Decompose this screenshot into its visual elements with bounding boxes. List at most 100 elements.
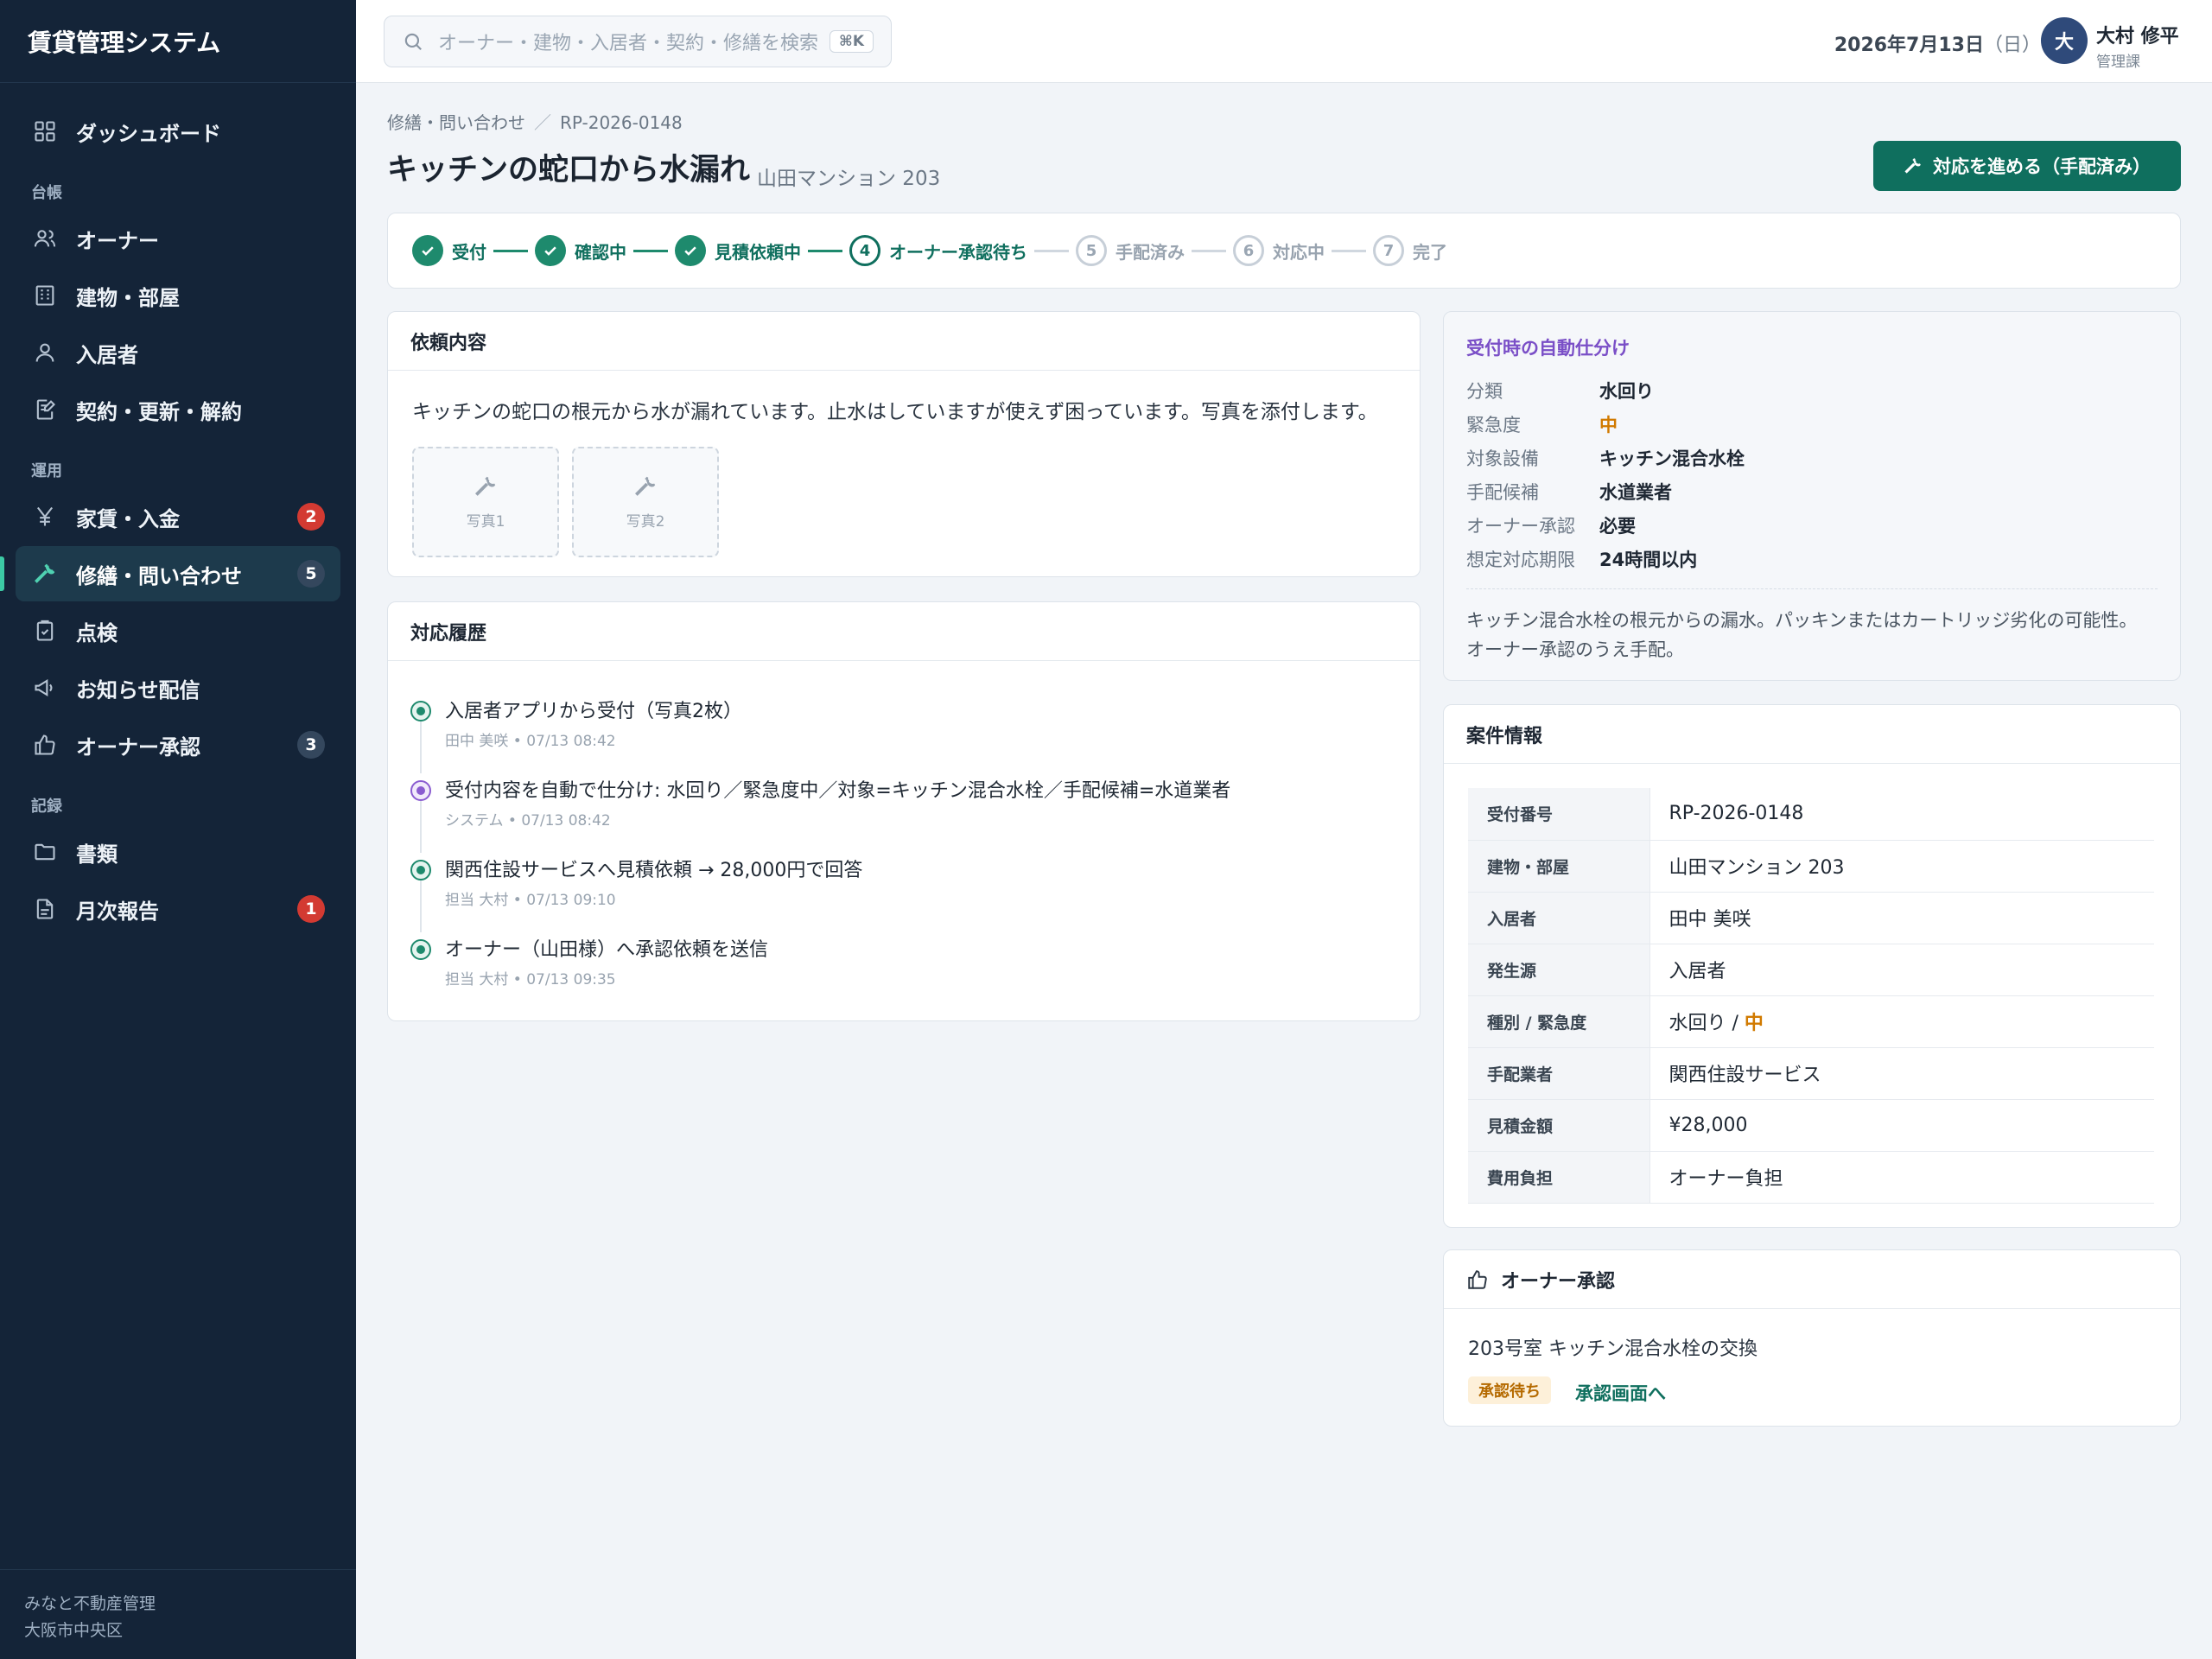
triage-value: 水回り: [1599, 381, 1654, 402]
case-info-key: 建物・部屋: [1468, 840, 1650, 893]
user-info[interactable]: 大村 修平 管理課: [2096, 21, 2184, 71]
megaphone-icon: [31, 674, 59, 702]
table-row: 入居者 田中 美咲: [1468, 892, 2154, 944]
triage-row: 分類 水回り: [1466, 378, 1654, 404]
rent-count-badge: 2: [297, 503, 325, 531]
triage-note-line: オーナー承認のうえ手配。: [1466, 639, 1684, 660]
step-4: 4 オーナー承認待ち: [849, 235, 1027, 266]
timeline-meta: システム • 07/13 08:42: [445, 812, 611, 830]
sidebar: 賃貸管理システム ダッシュボード 台帳 オーナー 建物・部屋 入居者 契約・更新…: [0, 0, 356, 1659]
sidebar-item-label: 入居者: [76, 342, 138, 367]
timeline-dot: [410, 939, 431, 960]
owner-approval-count-badge: 3: [297, 731, 325, 759]
case-info-key: 種別 / 緊急度: [1468, 995, 1650, 1048]
photo-label: 写真2: [626, 512, 665, 531]
timeline-dot: [410, 860, 431, 880]
sidebar-item-label: お知らせ配信: [76, 677, 200, 702]
sidebar-item-label: 書類: [76, 842, 118, 867]
sidebar-item-buildings[interactable]: 建物・部屋: [16, 268, 340, 323]
sidebar-item-label: 家賃・入金: [76, 506, 180, 531]
nav-section-ledger: 台帳: [31, 184, 62, 202]
triage-row: 緊急度 中: [1466, 411, 1618, 437]
owner-approval-title: オーナー承認: [1501, 1270, 1616, 1293]
sidebar-item-repairs[interactable]: 修繕・問い合わせ 5: [0, 546, 340, 601]
step-1: 受付: [412, 235, 486, 266]
case-info-key: 発生源: [1468, 944, 1650, 996]
request-card: 依頼内容 キッチンの蛇口の根元から水が漏れています。止水はしていますが使えず困っ…: [387, 311, 1421, 577]
sidebar-item-label: オーナー承認: [76, 734, 200, 760]
step-2: 確認中: [535, 235, 626, 266]
request-text: キッチンの蛇口の根元から水が漏れています。止水はしていますが使えず困っています。…: [412, 401, 1378, 423]
nav-section-ops: 運用: [31, 462, 62, 480]
company-area: 大阪市中央区: [24, 1621, 124, 1640]
case-info-value: 関西住設サービス: [1649, 1047, 2154, 1100]
category-text: 水回り /: [1669, 1013, 1745, 1034]
sidebar-item-monthly-report[interactable]: 月次報告 1: [16, 881, 340, 937]
photo-label: 写真1: [466, 512, 505, 531]
triage-value: 水道業者: [1599, 482, 1672, 503]
timeline-meta: 担当 大村 • 07/13 09:35: [445, 971, 616, 988]
step-6: 6 対応中: [1233, 235, 1325, 266]
approval-page-link[interactable]: 承認画面へ: [1575, 1380, 1666, 1406]
search-input[interactable]: オーナー・建物・入居者・契約・修繕を検索 ⌘K: [384, 16, 892, 67]
timeline-text: 受付内容を自動で仕分け: 水回り／緊急度中／対象=キッチン混合水栓／手配候補=水…: [445, 780, 1231, 802]
triage-value: キッチン混合水栓: [1599, 448, 1745, 469]
breadcrumb-parent[interactable]: 修繕・問い合わせ: [387, 112, 525, 133]
timeline-connector: [420, 880, 422, 932]
user-icon: [31, 339, 59, 366]
case-info-key: 費用負担: [1468, 1151, 1650, 1204]
search-shortcut: ⌘K: [830, 30, 874, 53]
check-icon: [535, 235, 566, 266]
sidebar-footer: みなと不動産管理 大阪市中央区: [0, 1569, 356, 1659]
timeline-connector: [420, 721, 422, 773]
sidebar-item-rent[interactable]: 家賃・入金 2: [16, 489, 340, 544]
sidebar-item-documents[interactable]: 書類: [16, 824, 340, 880]
avatar[interactable]: 大: [2041, 17, 2088, 64]
step-connector: [808, 249, 842, 252]
step-connector: [493, 249, 528, 252]
sidebar-item-owner-approval[interactable]: オーナー承認 3: [16, 717, 340, 772]
sidebar-item-label: 修繕・問い合わせ: [76, 563, 242, 588]
step-connector: [1034, 249, 1069, 252]
step-label: 確認中: [575, 241, 626, 263]
history-card-title: 対応履歴: [388, 602, 1420, 661]
triage-row: 対象設備 キッチン混合水栓: [1466, 445, 1745, 471]
sidebar-item-contracts[interactable]: 契約・更新・解約: [16, 382, 340, 437]
case-info-value: 入居者: [1649, 944, 2154, 996]
advance-status-label: 対応を進める（手配済み）: [1933, 156, 2151, 177]
sidebar-item-owners[interactable]: オーナー: [16, 211, 340, 266]
photo-thumbnail[interactable]: 写真1: [412, 447, 559, 557]
timeline-dot: [410, 701, 431, 721]
case-info-value: 山田マンション 203: [1649, 840, 2154, 893]
sidebar-item-dashboard[interactable]: ダッシュボード: [16, 104, 340, 159]
photo-thumbnail[interactable]: 写真2: [572, 447, 719, 557]
triage-note: キッチン混合水栓の根元からの漏水。パッキンまたはカートリッジ劣化の可能性。 オー…: [1466, 606, 2158, 664]
timeline-connector: [420, 801, 422, 853]
case-info-key: 見積金額: [1468, 1099, 1650, 1152]
triage-row: 想定対応期限 24時間以内: [1466, 546, 1697, 572]
case-info-key: 受付番号: [1468, 788, 1650, 841]
advance-status-button[interactable]: 対応を進める（手配済み）: [1873, 141, 2181, 191]
step-number: 4: [849, 235, 880, 266]
table-row: 受付番号 RP-2026-0148: [1468, 788, 2154, 841]
sidebar-item-tenants[interactable]: 入居者: [16, 325, 340, 380]
company-name: みなと不動産管理: [24, 1594, 156, 1613]
step-connector: [1192, 249, 1226, 252]
urgency-value: 中: [1599, 415, 1618, 435]
folder-icon: [31, 838, 59, 866]
repairs-count-badge: 5: [297, 560, 325, 588]
sidebar-item-label: 契約・更新・解約: [76, 399, 242, 424]
breadcrumb: 修繕・問い合わせ ／ RP-2026-0148: [387, 109, 683, 134]
wrench-icon: [31, 560, 59, 588]
table-row: 見積金額 ¥28,000: [1468, 1099, 2154, 1152]
yen-icon: [31, 503, 59, 531]
date-text: 2026年7月13日: [1834, 35, 1984, 56]
sidebar-item-notices[interactable]: お知らせ配信: [16, 660, 340, 715]
wrench-icon: [633, 474, 658, 499]
step-label: 見積依頼中: [715, 241, 801, 263]
clipboard-check-icon: [31, 617, 59, 645]
triage-row: オーナー承認 必要: [1466, 512, 1636, 538]
sidebar-item-inspection[interactable]: 点検: [16, 603, 340, 658]
auto-triage-title: 受付時の自動仕分け: [1466, 338, 1630, 359]
table-row: 手配業者 関西住設サービス: [1468, 1047, 2154, 1100]
